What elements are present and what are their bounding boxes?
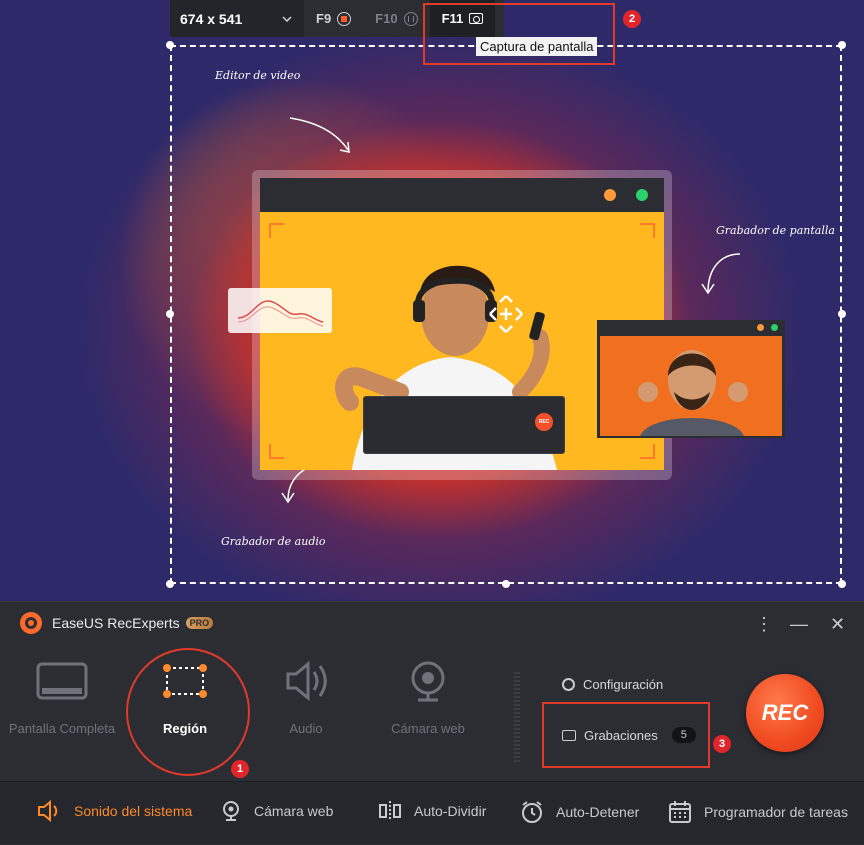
mode-fullscreen[interactable]: Pantalla Completa <box>2 660 122 736</box>
annotation-box <box>542 702 710 768</box>
rec-button[interactable]: REC <box>746 674 824 752</box>
gear-icon <box>562 678 575 691</box>
webcam-icon <box>411 661 445 702</box>
resize-handle[interactable] <box>166 580 174 588</box>
split-icon <box>379 801 401 821</box>
mode-audio[interactable]: Audio <box>246 660 366 736</box>
resize-handle[interactable] <box>838 41 846 49</box>
resize-handle[interactable] <box>502 580 510 588</box>
speaker-icon <box>286 660 327 702</box>
resize-handle[interactable] <box>166 41 174 49</box>
resize-handle[interactable] <box>166 310 174 318</box>
settings-label: Configuración <box>583 677 664 692</box>
f10-pause-button[interactable]: F10 <box>363 0 429 37</box>
more-options-icon[interactable]: ⋮ <box>755 614 773 635</box>
auto-stop-toggle[interactable]: Auto-Detener <box>520 800 639 824</box>
bottom-label: Programador de tareas <box>704 804 848 820</box>
chevron-down-icon <box>282 15 292 22</box>
resize-handle[interactable] <box>838 580 846 588</box>
mode-label: Cámara web <box>391 721 465 736</box>
annotation-box <box>423 3 615 65</box>
auto-split-toggle[interactable]: Auto-Dividir <box>378 800 486 822</box>
region-selection[interactable] <box>170 45 842 584</box>
region-size-label: 674 x 541 <box>180 10 243 27</box>
mode-webcam[interactable]: Cámara web <box>368 660 488 736</box>
annotation-badge: 2 <box>623 10 641 28</box>
divider-grip <box>514 672 520 762</box>
app-title-bar: EaseUS RecExperts PRO <box>20 612 214 634</box>
mode-label: Audio <box>289 721 323 736</box>
pause-icon <box>403 11 418 26</box>
monitor-icon <box>36 662 88 700</box>
region-size-dropdown[interactable]: 674 x 541 <box>170 0 304 37</box>
stop-icon <box>337 11 352 26</box>
system-sound-toggle[interactable]: Sonido del sistema <box>36 800 192 822</box>
webcam-toggle[interactable]: Cámara web <box>220 800 333 822</box>
mode-label: Pantalla Completa <box>8 721 116 736</box>
close-icon[interactable]: ✕ <box>830 614 845 635</box>
annotation-circle <box>126 648 250 776</box>
bottom-label: Auto-Dividir <box>414 803 487 819</box>
alarm-clock-icon <box>522 801 542 823</box>
annotation-badge: 1 <box>231 760 249 778</box>
minimize-icon[interactable]: — <box>790 614 808 635</box>
app-title: EaseUS RecExperts <box>52 615 180 631</box>
task-scheduler-button[interactable]: Programador de tareas <box>668 800 848 824</box>
f9-label: F9 <box>316 11 332 26</box>
pro-badge: PRO <box>185 617 214 629</box>
calendar-icon <box>669 801 691 823</box>
app-logo-icon <box>20 612 42 634</box>
f10-label: F10 <box>375 11 398 26</box>
f9-record-button[interactable]: F9 <box>304 0 363 37</box>
settings-button[interactable]: Configuración <box>562 677 663 692</box>
annotation-badge: 3 <box>713 735 731 753</box>
webcam-icon <box>223 801 239 821</box>
bottom-label: Auto-Detener <box>556 804 640 820</box>
bottom-label: Sonido del sistema <box>74 803 193 819</box>
speaker-icon <box>38 800 58 822</box>
bottom-label: Cámara web <box>254 803 334 819</box>
resize-handle[interactable] <box>838 310 846 318</box>
